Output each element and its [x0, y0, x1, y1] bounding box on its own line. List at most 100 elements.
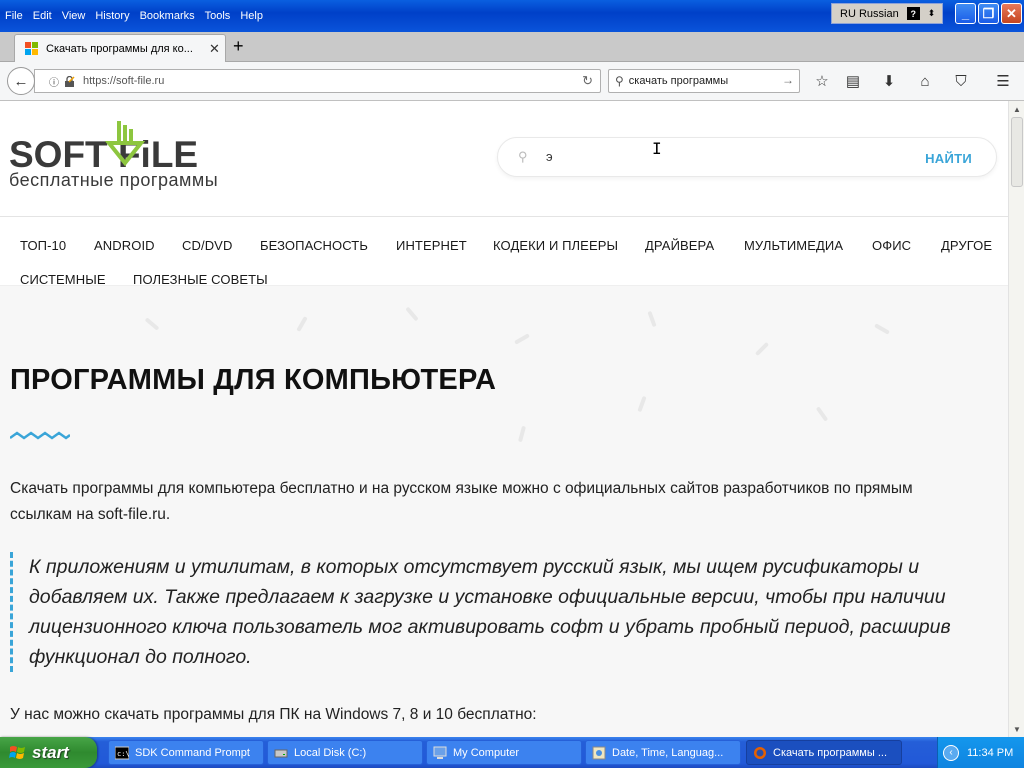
scrollbar-thumb[interactable] [1011, 117, 1023, 187]
tab-strip: Скачать программы для ко... ✕ + [0, 32, 1024, 63]
svg-text:c:\: c:\ [117, 750, 129, 758]
menu-history[interactable]: History [90, 8, 134, 26]
new-tab-button[interactable]: + [233, 36, 244, 57]
site-search-input[interactable] [546, 149, 876, 164]
start-label: start [32, 742, 69, 762]
browser-search-input[interactable] [628, 75, 769, 87]
minimize-button[interactable]: _ [955, 3, 976, 24]
computer-icon [433, 746, 447, 759]
windows-logo-icon [9, 745, 25, 759]
system-tray: ‹ 11:34 PM [937, 737, 1024, 768]
browser-search-bar[interactable]: ⚲ → [608, 69, 800, 93]
main-content: ПРОГРАММЫ ДЛЯ КОМПЬЮТЕРА Скачать програм… [0, 286, 1008, 737]
hamburger-menu-icon[interactable]: ☰ [993, 71, 1013, 91]
reload-icon[interactable]: ↻ [582, 73, 593, 89]
taskbar-item-date-time[interactable]: Date, Time, Languag... [585, 740, 741, 765]
url-bar[interactable]: ⓘ ↻ [34, 69, 601, 93]
bg-decoration [815, 406, 829, 422]
bg-decoration [517, 425, 527, 443]
quote-block: К приложениям и утилитам, в которых отсу… [10, 552, 990, 672]
bg-decoration [144, 317, 160, 331]
tab-title: Скачать программы для ко... [46, 43, 193, 55]
page-scrollbar[interactable]: ▲ ▼ [1008, 101, 1024, 737]
nav-security[interactable]: БЕЗОПАСНОСТЬ [260, 238, 368, 253]
language-bar-restore-icon[interactable]: ⬍ [928, 8, 936, 19]
bg-decoration [296, 316, 308, 332]
page-viewport: SOFT FiLE бесплатные программы ⚲ НАЙТИ I… [0, 101, 1008, 737]
close-window-button[interactable]: ✕ [1001, 3, 1022, 24]
nav-codecs[interactable]: КОДЕКИ И ПЛЕЕРЫ [493, 238, 618, 253]
restore-button[interactable]: ❐ [978, 3, 999, 24]
site-logo[interactable]: SOFT FiLE бесплатные программы [9, 121, 234, 191]
clock[interactable]: 11:34 PM [967, 747, 1013, 759]
insecure-lock-icon[interactable] [64, 75, 75, 87]
intro-paragraph: Скачать программы для компьютера бесплат… [10, 480, 913, 523]
nav-other[interactable]: ДРУГОЕ [941, 238, 992, 253]
taskbar-item-sdk-command-prompt[interactable]: c:\ SDK Command Prompt [108, 740, 264, 765]
pocket-icon[interactable]: ⛉ [951, 71, 971, 91]
home-icon[interactable]: ⌂ [915, 71, 935, 91]
nav-office[interactable]: ОФИС [872, 238, 911, 253]
taskbar-item-local-disk[interactable]: Local Disk (C:) [267, 740, 423, 765]
tab-close-icon[interactable]: ✕ [209, 41, 220, 57]
nav-multimedia[interactable]: МУЛЬТИМЕДИА [744, 238, 843, 253]
navigation-bar: ⓘ ↻ ← ⚲ → ☆ ▤ ⬇ ⌂ ⛉ ☰ [0, 62, 1024, 101]
find-button[interactable]: НАЙТИ [925, 151, 972, 166]
bookmark-star-icon[interactable]: ☆ [812, 71, 832, 91]
bg-decoration [754, 341, 770, 357]
language-help-icon[interactable]: ? [906, 7, 920, 20]
nav-drivers[interactable]: ДРАЙВЕРА [645, 238, 714, 253]
tray-expand-icon[interactable]: ‹ [943, 744, 959, 761]
taskbar-item-label: SDK Command Prompt [135, 746, 250, 759]
tab-active[interactable]: Скачать программы для ко... ✕ [14, 34, 226, 63]
bg-decoration [637, 395, 647, 413]
quote-text: К приложениям и утилитам, в которых отсу… [29, 556, 951, 668]
nav-top10[interactable]: ТОП-10 [20, 238, 66, 253]
scroll-down-icon[interactable]: ▼ [1010, 721, 1024, 737]
site-search-icon: ⚲ [518, 149, 528, 164]
taskbar-item-label: Скачать программы ... [773, 746, 888, 759]
nav-useful-tips[interactable]: ПОЛЕЗНЫЕ СОВЕТЫ [133, 272, 268, 287]
url-input[interactable] [83, 75, 523, 87]
text-cursor-icon: I [652, 139, 662, 158]
windows-paragraph: У нас можно скачать программы для ПК на … [10, 706, 537, 723]
site-favicon-icon [25, 42, 38, 55]
bg-decoration [647, 310, 657, 328]
language-indicator[interactable]: RU Russian [835, 8, 904, 20]
nav-android[interactable]: ANDROID [94, 238, 155, 253]
bg-decoration [514, 333, 530, 345]
nav-internet[interactable]: ИНТЕРНЕТ [396, 238, 467, 253]
menu-bookmarks[interactable]: Bookmarks [135, 8, 200, 26]
taskbar-item-label: Local Disk (C:) [294, 746, 367, 759]
taskbar-item-label: My Computer [453, 746, 520, 759]
window-titlebar: File Edit View History Bookmarks Tools H… [0, 0, 1024, 32]
menu-tools[interactable]: Tools [200, 8, 236, 26]
language-bar[interactable]: RU Russian ? ⬍ [831, 3, 943, 24]
menu-help[interactable]: Help [235, 8, 268, 26]
nav-cd-dvd[interactable]: CD/DVD [182, 238, 232, 253]
start-button[interactable]: start [0, 737, 97, 768]
nav-system[interactable]: СИСТЕМНЫЕ [20, 272, 106, 287]
back-button[interactable]: ← [7, 67, 35, 95]
page-title: ПРОГРАММЫ ДЛЯ КОМПЬЮТЕРА [10, 364, 497, 396]
site-search-box[interactable]: ⚲ НАЙТИ [497, 137, 997, 177]
taskbar: start c:\ SDK Command Prompt Local Disk … [0, 737, 1024, 768]
control-panel-icon [592, 746, 606, 759]
logo-tagline: бесплатные программы [9, 170, 219, 190]
scroll-up-icon[interactable]: ▲ [1010, 101, 1024, 117]
cmd-icon: c:\ [115, 746, 129, 759]
download-arrow-icon [105, 121, 145, 167]
drive-icon [274, 749, 288, 757]
menu-edit[interactable]: Edit [28, 8, 57, 26]
reading-list-icon[interactable]: ▤ [843, 71, 863, 91]
menu-file[interactable]: File [0, 8, 28, 26]
info-icon[interactable]: ⓘ [49, 74, 59, 89]
menu-view[interactable]: View [57, 8, 91, 26]
site-header: SOFT FiLE бесплатные программы ⚲ НАЙТИ I [0, 101, 1008, 217]
taskbar-item-firefox[interactable]: Скачать программы ... [746, 740, 902, 765]
category-nav: ТОП-10 ANDROID CD/DVD БЕЗОПАСНОСТЬ ИНТЕР… [0, 217, 1008, 287]
search-icon: ⚲ [615, 74, 624, 88]
downloads-icon[interactable]: ⬇ [879, 71, 899, 91]
taskbar-item-my-computer[interactable]: My Computer [426, 740, 582, 765]
search-go-icon[interactable]: → [782, 73, 794, 87]
